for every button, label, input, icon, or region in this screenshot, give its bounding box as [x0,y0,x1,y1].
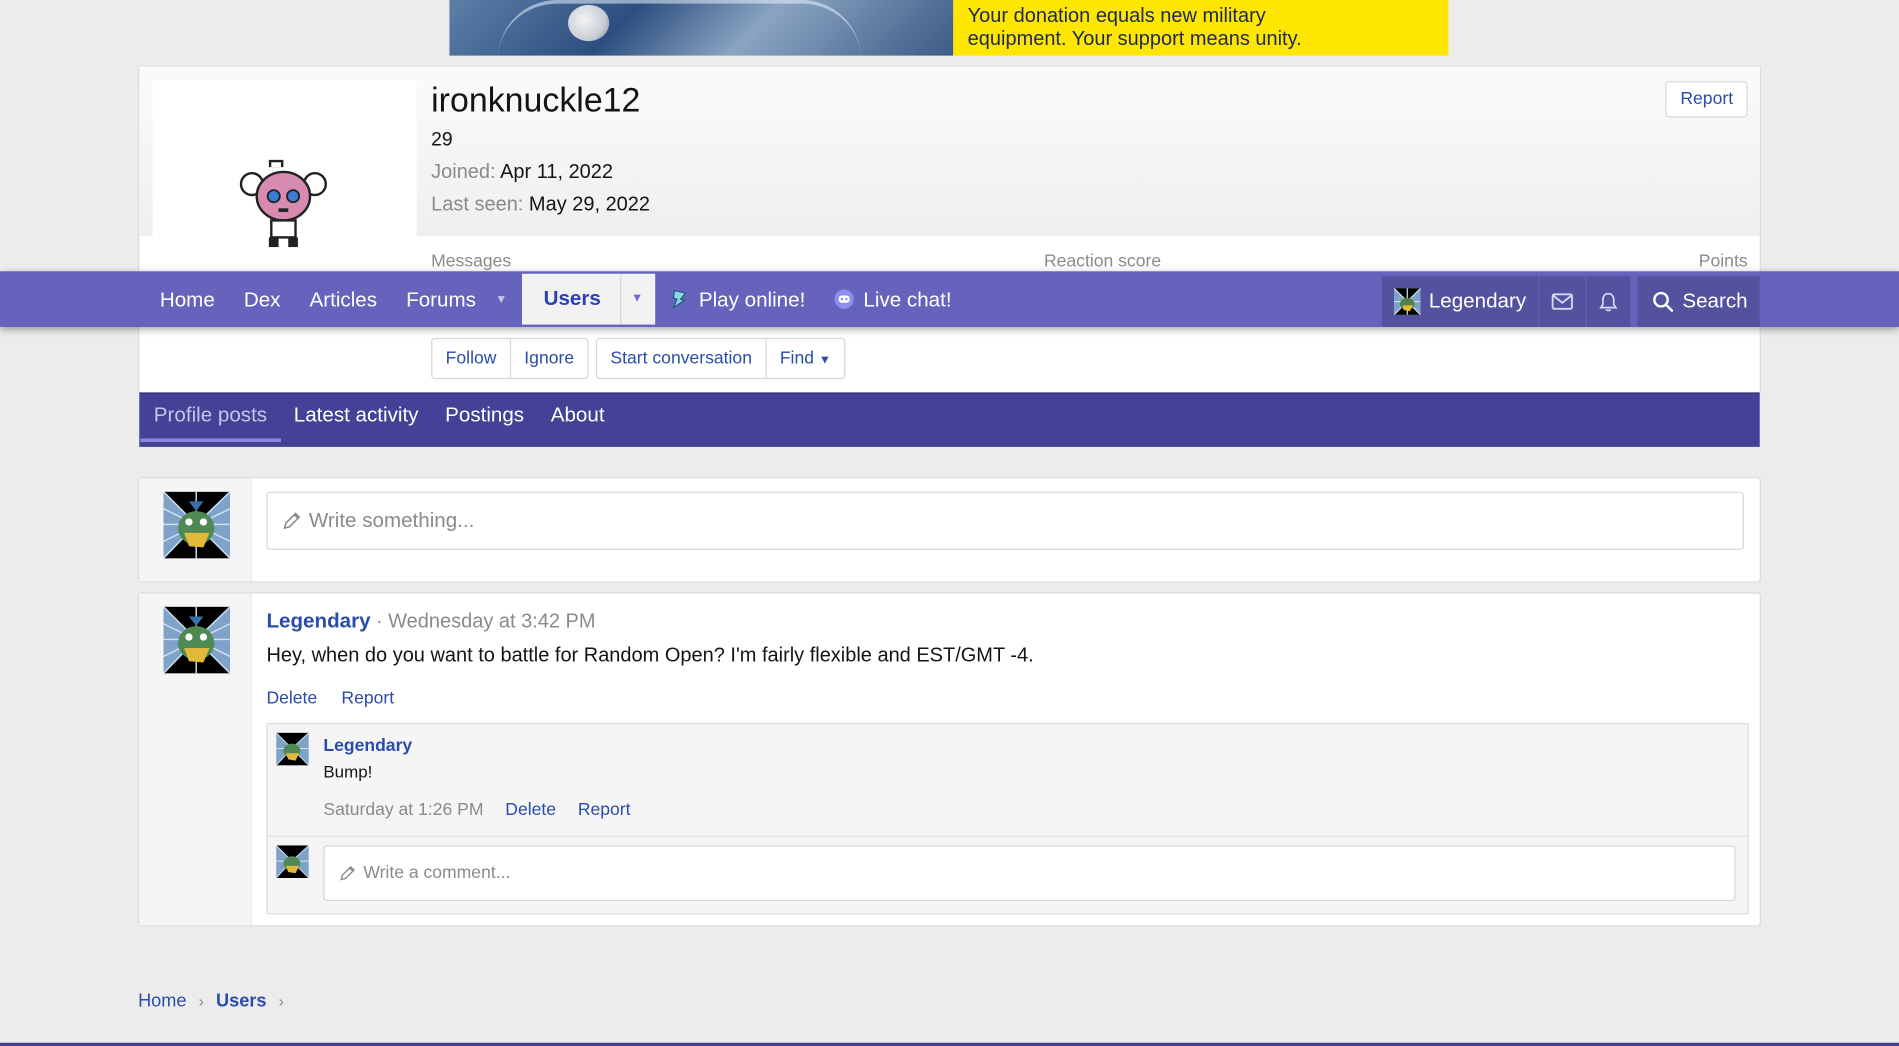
showdown-icon [672,289,687,309]
nav-users[interactable]: Users ▼ [521,273,656,325]
nav-dex[interactable]: Dex [229,271,295,327]
stat-messages-label: Messages [431,251,512,272]
write-comment-placeholder: Write a comment... [363,863,511,883]
delete-comment-link[interactable]: Delete [505,801,556,820]
pilot-helmet [568,4,610,42]
report-comment-link[interactable]: Report [578,801,631,820]
avatar[interactable] [163,606,231,674]
search-label: Search [1682,289,1748,313]
report-post-link[interactable]: Report [341,689,394,708]
account-menu[interactable]: Legendary [1382,276,1540,327]
page: Your donation equals new military equipm… [0,0,1899,1046]
discord-icon [834,289,854,309]
banner-line-2: equipment. Your support means unity. [967,27,1302,50]
joined-value: Apr 11, 2022 [500,161,614,183]
last-seen-row: Last seen: May 29, 2022 [431,194,650,217]
nav-live-chat[interactable]: Live chat! [820,271,966,327]
bell-icon [1599,292,1618,311]
nav-live-chat-label: Live chat! [863,287,952,311]
write-something-input[interactable]: Write something... [266,491,1744,550]
nav-play-online[interactable]: Play online! [655,271,820,327]
banner-text: Your donation equals new military equipm… [953,0,1449,56]
tab-profile-posts[interactable]: Profile posts [140,392,280,446]
profile-card: ironknuckle12 29 Joined: Apr 11, 2022 La… [138,65,1761,395]
avatar [276,845,309,879]
nav-forums-label: Forums [406,287,476,311]
breadcrumb-home[interactable]: Home [138,991,186,1012]
nav-play-online-label: Play online! [698,287,806,311]
tab-postings[interactable]: Postings [432,392,538,446]
envelope-icon [1551,293,1574,310]
comment-author-link[interactable]: Legendary [323,736,412,755]
cockpit-shape [497,0,862,56]
find-label: Find [779,348,815,369]
last-seen-value: May 29, 2022 [528,193,651,216]
nav-articles[interactable]: Articles [295,271,392,327]
start-conversation-button[interactable]: Start conversation [597,339,767,378]
post-author-link[interactable]: Legendary [266,609,370,632]
post-timestamp[interactable]: · Wednesday at 3:42 PM [376,610,596,632]
profile-username: ironknuckle12 [431,81,641,119]
write-something-placeholder: Write something... [308,508,475,532]
ignore-button[interactable]: Ignore [511,339,587,378]
stat-points-label: Points [1698,251,1748,272]
comments-block: Legendary Bump! Saturday at 1:26 PM Dele… [266,723,1749,915]
nav-account-area: Legendary Search [1381,276,1760,327]
comment-divider [267,835,1748,837]
tab-latest-activity[interactable]: Latest activity [280,392,431,446]
inbox-button[interactable] [1539,276,1587,327]
follow-button[interactable]: Follow [432,339,511,378]
search-group: Search [1637,276,1760,327]
comment-meta: Saturday at 1:26 PM Delete Report [323,801,630,820]
pencil-icon [283,512,301,530]
breadcrumb: Home › Users › [138,991,284,1012]
tab-about[interactable]: About [537,392,617,446]
profile-post-composer: Write something... [138,477,1761,583]
profile-tabs: Profile posts Latest activity Postings A… [139,392,1760,447]
post-body: Hey, when do you want to battle for Rand… [266,644,1034,667]
post-actions: Delete Report [266,689,394,708]
search-button[interactable]: Search [1637,276,1760,327]
caret-down-icon: ▼ [818,353,831,367]
pencil-icon [340,865,355,881]
account-name: Legendary [1428,289,1527,313]
profile-post: Legendary · Wednesday at 3:42 PM Hey, wh… [138,592,1761,927]
chevron-down-icon[interactable]: ▼ [620,273,643,325]
chevron-down-icon[interactable]: ▼ [495,273,507,325]
profile-actions: Follow Ignore Start conversation Find ▼ [431,337,846,380]
nav-home[interactable]: Home [145,271,229,327]
sprite-avatar-icon [239,159,327,248]
donation-banner[interactable]: Your donation equals new military equipm… [449,0,1449,56]
joined-row: Joined: Apr 11, 2022 [431,161,613,184]
joined-label: Joined: [431,161,496,183]
nav-main-items: Home Dex Articles Forums ▼ Users ▼ Play … [145,271,966,327]
avatar[interactable] [276,732,309,766]
banner-photo [449,0,954,56]
report-profile-button[interactable]: Report [1665,81,1748,118]
alerts-button[interactable] [1587,276,1631,327]
top-navigation: Home Dex Articles Forums ▼ Users ▼ Play … [0,271,1899,327]
find-menu-button[interactable]: Find ▼ [767,339,845,378]
chevron-right-icon: › [198,991,204,1011]
profile-avatar[interactable] [152,79,417,274]
breadcrumb-users[interactable]: Users [216,991,267,1012]
account-group: Legendary [1381,276,1631,327]
comment-timestamp[interactable]: Saturday at 1:26 PM [323,801,483,820]
search-icon [1653,291,1674,312]
profile-user-title: 29 [431,129,453,151]
avatar[interactable] [163,491,231,559]
last-seen-label: Last seen: [431,193,524,216]
nav-forums[interactable]: Forums ▼ [392,271,522,327]
write-comment-input[interactable]: Write a comment... [323,845,1736,902]
avatar [1393,288,1421,315]
conversation-find-group: Start conversation Find ▼ [595,337,846,380]
delete-post-link[interactable]: Delete [266,689,317,708]
banner-line-1: Your donation equals new military [967,4,1266,27]
chevron-right-icon: › [278,991,284,1011]
nav-users-label: Users [543,287,601,311]
post-header: Legendary · Wednesday at 3:42 PM [266,609,595,633]
stat-reaction-score-label: Reaction score [1043,251,1162,272]
follow-ignore-group: Follow Ignore [431,337,589,380]
comment-text: Bump! [323,761,373,782]
